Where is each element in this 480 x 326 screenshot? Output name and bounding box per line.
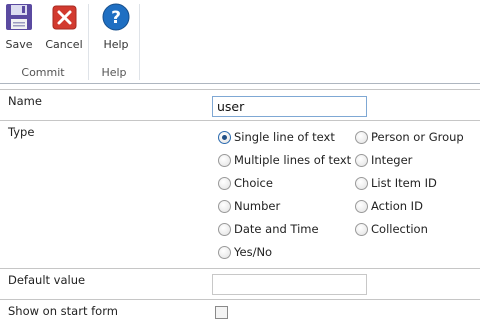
- radio-label: Yes/No: [234, 245, 273, 259]
- radio-label: List Item ID: [371, 176, 437, 190]
- name-row: Name: [0, 89, 480, 121]
- floppy-disk-icon: [6, 4, 32, 30]
- svg-text:?: ?: [111, 8, 121, 28]
- group-separator: [88, 4, 89, 80]
- radio-label: Person or Group: [371, 130, 464, 144]
- red-x-icon: [52, 5, 77, 30]
- group-separator: [139, 4, 140, 80]
- radio-button: [355, 131, 368, 144]
- radio-button: [218, 154, 231, 167]
- type-row: Type Single line of text Multiple lines …: [0, 121, 480, 269]
- show-on-start-form-row: Show on start form: [0, 300, 480, 326]
- radio-button: [355, 223, 368, 236]
- radio-button: [218, 223, 231, 236]
- name-label: Name: [8, 94, 42, 108]
- cancel-button[interactable]: Cancel: [43, 2, 85, 51]
- radio-button: [355, 200, 368, 213]
- group-label-help: Help: [101, 66, 127, 79]
- save-button[interactable]: Save: [2, 2, 36, 51]
- question-mark-icon: ?: [102, 3, 130, 31]
- group-label-commit: Commit: [21, 66, 65, 79]
- radio-label: Single line of text: [234, 130, 335, 144]
- radio-button: [218, 200, 231, 213]
- help-button[interactable]: ? Help: [99, 2, 133, 51]
- cancel-label: Cancel: [45, 38, 83, 51]
- radio-button: [355, 177, 368, 190]
- radio-label: Multiple lines of text: [234, 153, 352, 167]
- name-input[interactable]: [212, 96, 367, 117]
- default-value-label: Default value: [8, 273, 86, 287]
- radio-label: Collection: [371, 222, 428, 236]
- type-label: Type: [8, 125, 35, 139]
- radio-button: [355, 154, 368, 167]
- default-value-row: Default value: [0, 269, 480, 300]
- save-label: Save: [5, 38, 33, 51]
- default-value-input[interactable]: [212, 274, 367, 295]
- radio-label: Choice: [234, 176, 273, 190]
- radio-button: [218, 177, 231, 190]
- show-on-start-form-label: Show on start form: [8, 304, 118, 318]
- help-label: Help: [103, 38, 129, 51]
- ribbon-toolbar: Save Cancel ? Help Commit Help: [0, 0, 480, 84]
- radio-button: [218, 246, 231, 259]
- radio-button-selected: [218, 131, 231, 144]
- radio-label: Date and Time: [234, 222, 319, 236]
- radio-label: Action ID: [371, 199, 423, 213]
- radio-label: Number: [234, 199, 281, 213]
- radio-label: Integer: [371, 153, 413, 167]
- show-on-start-form-checkbox[interactable]: [215, 306, 228, 319]
